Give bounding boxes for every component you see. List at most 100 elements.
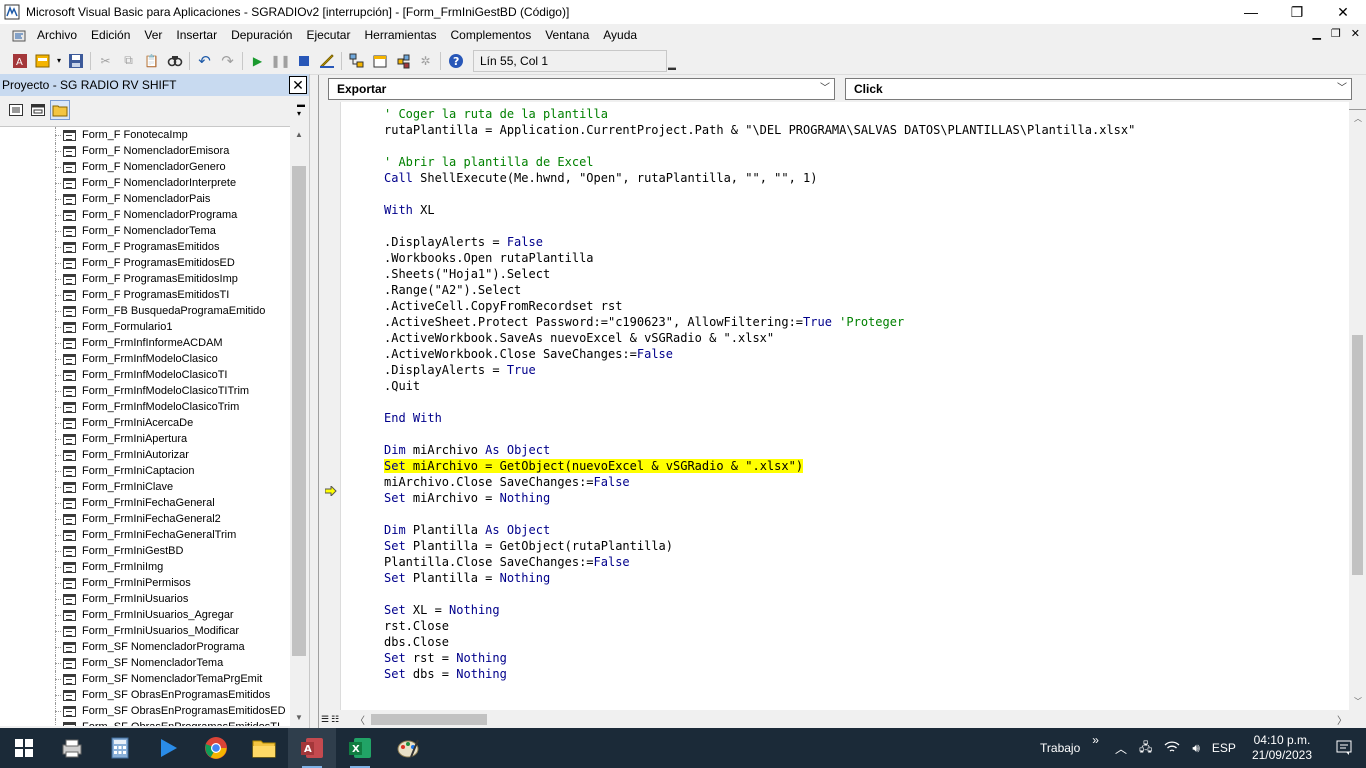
reset-icon[interactable]	[292, 50, 315, 72]
tree-item[interactable]: Form_SF ObrasEnProgramasEmitidos	[0, 687, 290, 703]
tree-item[interactable]: Form_FrmIniClave	[0, 479, 290, 495]
mdi-close-icon[interactable]: ✕	[1351, 27, 1360, 40]
break-icon[interactable]: ❚❚	[269, 50, 292, 72]
tree-item[interactable]: Form_FrmIniUsuarios_Agregar	[0, 607, 290, 623]
breakpoint-margin[interactable]	[319, 102, 341, 710]
tree-item[interactable]: Form_FrmIniUsuarios	[0, 591, 290, 607]
tree-item[interactable]: Form_SF NomencladorPrograma	[0, 639, 290, 655]
project-explorer-icon[interactable]	[345, 50, 368, 72]
tree-item[interactable]: Form_F ProgramasEmitidosTI	[0, 287, 290, 303]
paint-app-icon[interactable]	[384, 728, 432, 768]
media-player-icon[interactable]	[144, 728, 192, 768]
network-icon[interactable]: 🖧	[1133, 738, 1158, 759]
tree-item[interactable]: Form_FrmIniApertura	[0, 431, 290, 447]
scroll-thumb[interactable]	[292, 166, 306, 656]
notifications-icon[interactable]	[1322, 739, 1366, 758]
scroll-right-icon[interactable]: 〉	[1337, 712, 1347, 727]
tree-item[interactable]: Form_F NomencladorGenero	[0, 159, 290, 175]
toolbar-label-trabajo[interactable]: Trabajo	[1034, 741, 1086, 755]
tree-item[interactable]: Form_FrmIniGestBD	[0, 543, 290, 559]
menu-archivo[interactable]: Archivo	[30, 24, 84, 47]
calculator-app-icon[interactable]	[96, 728, 144, 768]
full-module-view-icon[interactable]: ☷	[331, 714, 339, 725]
design-mode-icon[interactable]	[315, 50, 338, 72]
scroll-up-icon[interactable]: ︿	[1349, 110, 1366, 127]
toolbox-icon[interactable]: ✲	[414, 50, 437, 72]
toolbar-grip-icon[interactable]: ▬	[668, 50, 676, 72]
scroll-down-icon[interactable]: ▼	[290, 709, 308, 726]
scroll-up-icon[interactable]: ▲	[290, 126, 308, 143]
scroll-down-icon[interactable]: ﹀	[1349, 693, 1366, 710]
tree-item[interactable]: Form_Formulario1	[0, 319, 290, 335]
tree-item[interactable]: Form_FB BusquedaProgramaEmitido	[0, 303, 290, 319]
run-icon[interactable]: ▶	[246, 50, 269, 72]
tree-item[interactable]: Form_FrmIniAcercaDe	[0, 415, 290, 431]
scroll-thumb[interactable]	[371, 713, 487, 725]
tree-item[interactable]: Form_FrmIniCaptacion	[0, 463, 290, 479]
tree-item[interactable]: Form_F FonotecaImp	[0, 127, 290, 143]
procedure-view-icon[interactable]: ☰	[321, 714, 329, 725]
clock[interactable]: 04:10 p.m. 21/09/2023	[1242, 733, 1322, 763]
tree-item[interactable]: Form_SF ObrasEnProgramasEmitidosTI	[0, 719, 290, 726]
tree-item[interactable]: Form_F NomencladorEmisora	[0, 143, 290, 159]
copy-icon[interactable]: ⧉	[117, 50, 140, 72]
chevron-down-icon[interactable]: ▾	[54, 50, 64, 72]
tree-item[interactable]: Form_F NomencladorPais	[0, 191, 290, 207]
menu-herramientas[interactable]: Herramientas	[357, 24, 443, 47]
restore-button[interactable]: ❐	[1274, 0, 1320, 24]
minimize-button[interactable]: —	[1228, 0, 1274, 24]
menu-ejecutar[interactable]: Ejecutar	[299, 24, 357, 47]
undo-icon[interactable]: ↶	[193, 50, 216, 72]
tree-item[interactable]: Form_FrmInfModeloClasicoTITrim	[0, 383, 290, 399]
menu-ventana[interactable]: Ventana	[538, 24, 596, 47]
menu-edicion[interactable]: Edición	[84, 24, 137, 47]
printer-app-icon[interactable]	[48, 728, 96, 768]
tree-item[interactable]: Form_F ProgramasEmitidosImp	[0, 271, 290, 287]
view-code-icon[interactable]	[6, 100, 26, 120]
tree-item[interactable]: Form_FrmInfModeloClasico	[0, 351, 290, 367]
toggle-folders-icon[interactable]	[50, 100, 70, 120]
tree-item[interactable]: Form_F ProgramasEmitidos	[0, 239, 290, 255]
tree-item[interactable]: Form_F ProgramasEmitidosED	[0, 255, 290, 271]
file-explorer-icon[interactable]	[240, 728, 288, 768]
code-window-icon[interactable]	[8, 25, 30, 47]
tree-item[interactable]: Form_FrmIniFechaGeneralTrim	[0, 527, 290, 543]
insert-userform-icon[interactable]	[31, 50, 54, 72]
find-icon[interactable]	[163, 50, 186, 72]
menu-ver[interactable]: Ver	[137, 24, 169, 47]
windows-start-icon[interactable]	[0, 728, 48, 768]
project-toolbar-grip-icon[interactable]: ▬ ▾	[297, 100, 305, 118]
tree-item[interactable]: Form_FrmIniUsuarios_Modificar	[0, 623, 290, 639]
tree-item[interactable]: Form_F NomencladorTema	[0, 223, 290, 239]
cut-icon[interactable]: ✂	[94, 50, 117, 72]
excel-app-icon[interactable]: X	[336, 728, 384, 768]
help-icon[interactable]: ?	[444, 50, 467, 72]
tree-item[interactable]: Form_FrmIniFechaGeneral	[0, 495, 290, 511]
tree-item[interactable]: Form_FrmInfInformeACDAM	[0, 335, 290, 351]
menu-ayuda[interactable]: Ayuda	[596, 24, 644, 47]
tree-item[interactable]: Form_SF NomencladorTemaPrgEmit	[0, 671, 290, 687]
show-hidden-icons-icon[interactable]: ︿	[1109, 740, 1133, 757]
access-app-icon[interactable]: A	[288, 728, 336, 768]
tree-item[interactable]: Form_FrmInfModeloClasicoTI	[0, 367, 290, 383]
tree-item[interactable]: Form_FrmIniPermisos	[0, 575, 290, 591]
tree-item[interactable]: Form_SF ObrasEnProgramasEmitidosED	[0, 703, 290, 719]
tree-item[interactable]: Form_FrmIniFechaGeneral2	[0, 511, 290, 527]
volume-icon[interactable]: 🔊︎	[1186, 741, 1206, 756]
tree-item[interactable]: Form_F NomencladorInterprete	[0, 175, 290, 191]
code-vertical-scrollbar[interactable]: ︿ ﹀	[1349, 102, 1366, 710]
menu-depuracion[interactable]: Depuración	[224, 24, 299, 47]
save-icon[interactable]	[64, 50, 87, 72]
object-combobox[interactable]: Exportar ﹀	[328, 78, 835, 100]
mdi-restore-icon[interactable]: ❐	[1331, 27, 1341, 40]
close-button[interactable]: ✕	[1320, 0, 1366, 24]
view-object-icon[interactable]	[28, 100, 48, 120]
project-vertical-scrollbar[interactable]: ▲ ▼	[290, 126, 308, 726]
scroll-left-icon[interactable]: 〈	[353, 712, 367, 727]
menu-insertar[interactable]: Insertar	[169, 24, 224, 47]
split-bar-icon[interactable]	[1349, 102, 1366, 110]
properties-window-icon[interactable]	[368, 50, 391, 72]
code-horizontal-scrollbar[interactable]: ☰ ☷ 〈 〉	[319, 710, 1366, 728]
chrome-icon[interactable]	[192, 728, 240, 768]
tree-item[interactable]: Form_FrmIniAutorizar	[0, 447, 290, 463]
